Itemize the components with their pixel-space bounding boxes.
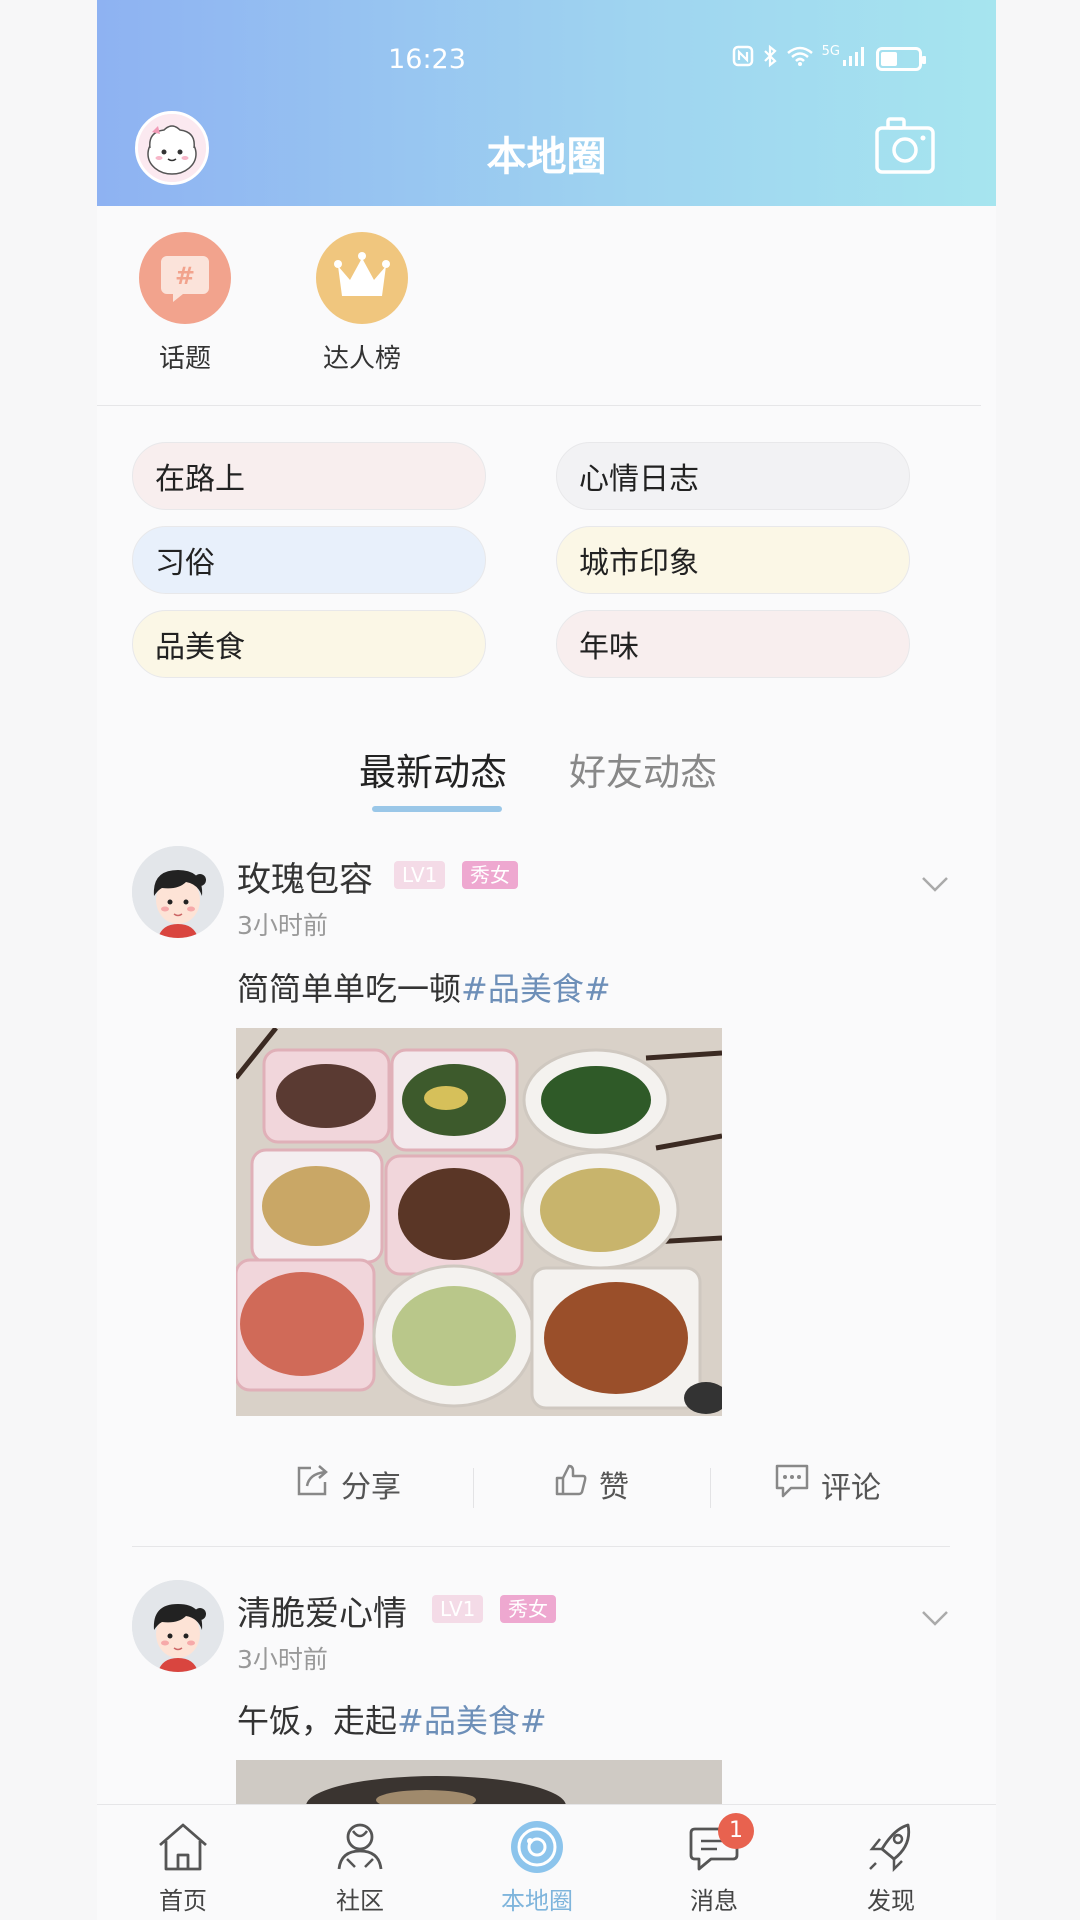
topic-pill[interactable]: 品美食	[132, 610, 486, 678]
app-screen: 16:23 5G 本地圈 # 话题 达人榜 在路上 心情日志 习俗 城市印象 品…	[97, 0, 996, 1920]
role-badge: 秀女	[462, 861, 518, 889]
share-label: 分享	[341, 1470, 401, 1505]
status-icons: 5G	[732, 44, 926, 74]
topic-pill[interactable]: 心情日志	[556, 442, 910, 510]
shortcut-label: 达人榜	[322, 344, 401, 374]
hashtag-icon: #	[139, 232, 231, 324]
shortcut-ranking[interactable]: 达人榜	[302, 232, 422, 375]
signal-icon	[842, 45, 868, 73]
post-time: 3小时前	[237, 911, 328, 940]
post-divider	[132, 1546, 950, 1547]
level-badge: LV1	[394, 861, 446, 889]
battery-icon	[876, 47, 926, 71]
post-username[interactable]: 玫瑰包容	[237, 852, 373, 901]
page-title: 本地圈	[486, 134, 607, 180]
wifi-icon	[786, 45, 814, 73]
section-divider	[97, 405, 981, 406]
svg-text:#: #	[175, 262, 195, 290]
message-icon	[685, 1827, 743, 1879]
nav-local-circle[interactable]: 本地圈	[477, 1819, 597, 1916]
nav-home[interactable]: 首页	[123, 1819, 243, 1916]
share-button[interactable]: 分享	[295, 1462, 401, 1506]
level-badge: LV1	[432, 1595, 484, 1623]
nav-label: 首页	[159, 1887, 207, 1915]
post-time: 3小时前	[237, 1645, 328, 1674]
nav-messages[interactable]: 1 消息	[654, 1813, 774, 1916]
post-actions: 分享 赞 评论	[97, 1462, 996, 1512]
home-icon	[154, 1823, 212, 1879]
topic-pill[interactable]: 年味	[556, 610, 910, 678]
action-divider	[710, 1468, 711, 1508]
post-photo[interactable]	[236, 1760, 722, 1804]
post-username[interactable]: 清脆爱心情	[237, 1586, 407, 1635]
post-avatar[interactable]	[132, 846, 224, 938]
post-body: 午饭，走起	[237, 1702, 398, 1740]
share-icon	[295, 1462, 331, 1506]
post-body: 简简单单吃一顿	[237, 970, 462, 1008]
thumbs-up-icon	[553, 1462, 589, 1506]
rocket-icon	[862, 1823, 920, 1879]
post-text: 午饭，走起#品美食#	[237, 1696, 547, 1742]
nav-label: 本地圈	[501, 1887, 573, 1915]
community-icon	[331, 1823, 389, 1879]
tab-active-indicator	[372, 806, 502, 812]
comment-label: 评论	[821, 1471, 881, 1506]
shortcut-label: 话题	[158, 344, 211, 374]
unread-badge: 1	[718, 1813, 754, 1849]
tab-latest[interactable]: 最新动态	[359, 742, 507, 796]
post-hashtag[interactable]: #品美食#	[397, 1702, 547, 1740]
comment-button[interactable]: 评论	[773, 1462, 881, 1508]
post-text: 简简单单吃一顿#品美食#	[237, 964, 611, 1010]
nfc-icon	[732, 45, 754, 73]
header-bar: 16:23 5G 本地圈	[97, 0, 996, 206]
camera-icon[interactable]	[874, 116, 936, 178]
chevron-down-icon[interactable]	[919, 1602, 951, 1634]
shortcut-topics[interactable]: # 话题	[125, 232, 245, 375]
post-avatar[interactable]	[132, 1580, 224, 1672]
comment-icon	[773, 1462, 811, 1508]
nav-community[interactable]: 社区	[300, 1819, 420, 1916]
nav-label: 发现	[867, 1887, 915, 1915]
role-badge: 秀女	[500, 1595, 556, 1623]
like-button[interactable]: 赞	[553, 1462, 629, 1506]
topic-pill[interactable]: 在路上	[132, 442, 486, 510]
nav-discover[interactable]: 发现	[831, 1819, 951, 1916]
like-label: 赞	[599, 1470, 629, 1505]
post-hashtag[interactable]: #品美食#	[461, 970, 611, 1008]
action-divider	[473, 1468, 474, 1508]
nav-label: 社区	[336, 1887, 384, 1915]
bottom-nav: 首页 社区 本地圈 1 消息 发现	[97, 1804, 996, 1920]
nav-label: 消息	[690, 1887, 738, 1915]
topic-pill[interactable]: 城市印象	[556, 526, 910, 594]
status-time: 16:23	[388, 44, 466, 75]
chevron-down-icon[interactable]	[919, 868, 951, 900]
bluetooth-icon	[762, 44, 778, 74]
post-photo[interactable]	[236, 1028, 722, 1416]
topic-pill[interactable]: 习俗	[132, 526, 486, 594]
tab-friends[interactable]: 好友动态	[569, 742, 717, 796]
local-circle-icon	[508, 1821, 566, 1879]
crown-icon	[316, 232, 408, 324]
network-type: 5G	[821, 44, 840, 59]
